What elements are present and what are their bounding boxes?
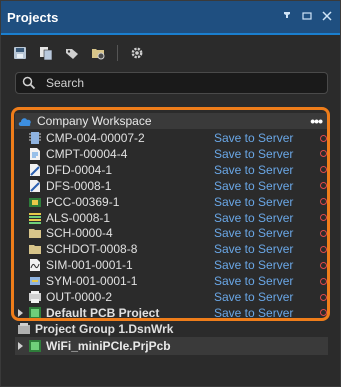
folder-icon[interactable] [89, 44, 107, 62]
more-options-icon[interactable]: ••• [310, 114, 323, 128]
panel-titlebar: Projects [1, 1, 340, 35]
item-name: CMP-004-00007-2 [46, 131, 145, 145]
item-name: DFS-0008-1 [46, 178, 112, 193]
folder-icon [28, 242, 42, 256]
component-icon [28, 131, 42, 145]
project-item-row[interactable]: CMPT-00004-4 Save to Server [15, 146, 328, 162]
search-icon [22, 76, 36, 90]
float-icon[interactable] [302, 10, 312, 24]
search-box[interactable] [15, 72, 328, 94]
toolbar-divider [117, 45, 118, 61]
draftsman-icon [28, 163, 42, 177]
unsaved-status-icon [320, 198, 327, 206]
project-item-row[interactable]: OUT-0000-2 Save to Server [15, 289, 328, 305]
company-workspace-row[interactable]: Company Workspace ••• [15, 113, 328, 129]
save-to-server-link[interactable]: Save to Server [214, 274, 318, 288]
gear-icon[interactable] [128, 44, 146, 62]
project-item-row[interactable]: PCC-00369-1 Save to Server [15, 194, 328, 210]
project-group-icon [18, 323, 30, 334]
save-to-server-link[interactable]: Save to Server [214, 258, 318, 272]
pcb-project-label: WiFi_miniPCIe.PrjPcb [46, 339, 171, 353]
search-input[interactable] [44, 75, 308, 91]
project-item-row[interactable]: DFS-0008-1 Save to Server [15, 178, 328, 194]
expand-arrow-icon[interactable] [18, 342, 23, 350]
project-item-row[interactable]: DFD-0004-1 Save to Server [15, 162, 328, 178]
unsaved-status-icon [320, 150, 327, 158]
folder-icon [28, 226, 42, 240]
unsaved-status-icon [320, 229, 327, 237]
titlebar-controls [282, 10, 332, 24]
output-icon [28, 290, 42, 304]
save-to-server-link[interactable]: Save to Server [214, 147, 318, 161]
unsaved-status-icon [320, 245, 327, 253]
project-group-row[interactable]: Project Group 1.DsnWrk [15, 321, 328, 337]
project-item-row[interactable]: SIM-001-0001-1 Save to Server [15, 257, 328, 273]
save-to-server-link[interactable]: Save to Server [214, 211, 318, 225]
panel-toolbar [11, 42, 146, 64]
save-to-server-link[interactable]: Save to Server [214, 242, 318, 256]
projects-panel: Projects Search Company Workspace ••• CM… [0, 0, 341, 387]
save-to-server-link[interactable]: Save to Server [214, 131, 318, 145]
unsaved-status-icon [320, 166, 327, 174]
unsaved-status-icon [320, 293, 327, 301]
workspace-label: Company Workspace [37, 114, 152, 128]
copy-icon[interactable] [37, 44, 55, 62]
document-icon [28, 147, 42, 161]
unsaved-status-icon [320, 134, 327, 142]
item-name: SYM-001-0001-1 [46, 274, 138, 289]
pcb-component-icon [28, 195, 42, 209]
item-name: CMPT-00004-4 [46, 146, 128, 161]
project-item-row[interactable]: ALS-0008-1 Save to Server [15, 210, 328, 226]
save-to-server-link[interactable]: Save to Server [214, 290, 318, 304]
project-item-row[interactable]: Default PCB Project Save to Server [15, 305, 328, 321]
pcb-project-icon [28, 306, 42, 320]
project-item-row[interactable]: SCHDOT-0008-8 Save to Server [15, 241, 328, 257]
item-name: SIM-001-0001-1 [46, 258, 133, 273]
save-icon[interactable] [11, 44, 29, 62]
item-name: PCC-00369-1 [46, 194, 120, 209]
pcb-project-row[interactable]: WiFi_miniPCIe.PrjPcb [15, 337, 328, 355]
cloud-icon [18, 118, 31, 126]
simulation-icon [28, 258, 42, 272]
project-item-row[interactable]: SCH-0000-4 Save to Server [15, 225, 328, 241]
project-group-label: Project Group 1.DsnWrk [35, 322, 174, 336]
save-to-server-link[interactable]: Save to Server [214, 226, 318, 240]
pcb-project-icon [29, 340, 41, 352]
unsaved-status-icon [320, 309, 327, 317]
item-name: SCH-0000-4 [46, 226, 113, 241]
save-to-server-link[interactable]: Save to Server [214, 195, 318, 209]
item-name: DFD-0004-1 [46, 162, 113, 177]
unsaved-status-icon [320, 182, 327, 190]
draftsman-icon [28, 179, 42, 193]
item-name: ALS-0008-1 [46, 210, 111, 225]
tag-icon[interactable] [63, 44, 81, 62]
panel-title: Projects [7, 9, 59, 25]
item-name: SCHDOT-0008-8 [46, 242, 138, 257]
unsaved-status-icon [320, 277, 327, 285]
symbol-icon [28, 274, 42, 288]
item-name: Default PCB Project [46, 305, 160, 320]
expand-arrow-icon[interactable] [18, 308, 23, 317]
save-to-server-link[interactable]: Save to Server [214, 163, 318, 177]
project-item-row[interactable]: CMP-004-00007-2 Save to Server [15, 130, 328, 146]
close-icon[interactable] [322, 10, 332, 24]
unsaved-status-icon [320, 261, 327, 269]
unsaved-status-icon [320, 214, 327, 221]
project-item-row[interactable]: SYM-001-0001-1 Save to Server [15, 273, 328, 289]
item-name: OUT-0000-2 [46, 290, 113, 304]
save-to-server-link[interactable]: Save to Server [214, 179, 318, 193]
pin-icon[interactable] [282, 10, 292, 24]
layer-stack-icon [28, 211, 42, 225]
save-to-server-link[interactable]: Save to Server [214, 306, 318, 320]
